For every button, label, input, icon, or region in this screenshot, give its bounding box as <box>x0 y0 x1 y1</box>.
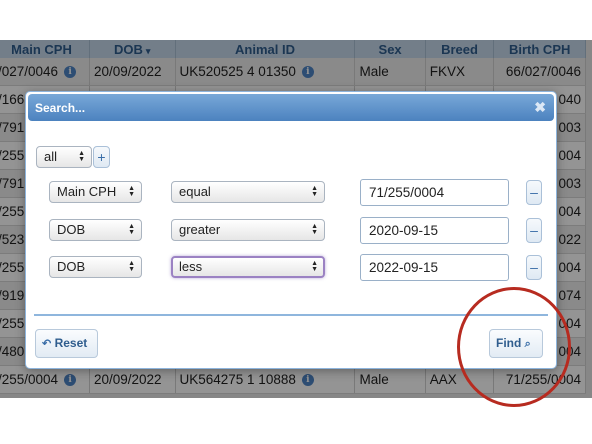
criterion-field-value: Main CPH <box>57 184 117 199</box>
remove-criterion-button[interactable]: – <box>526 255 542 280</box>
criterion-operator-select[interactable]: greater ▲ ▼ <box>171 219 325 241</box>
criterion-operator-value: less <box>179 259 203 274</box>
remove-criterion-button[interactable]: – <box>526 218 542 243</box>
select-arrows-icon: ▲ ▼ <box>128 260 135 273</box>
select-arrows-icon: ▲ ▼ <box>128 185 135 198</box>
criterion-value-input[interactable]: 71/255/0004 <box>360 179 509 206</box>
criterion-operator-value: greater <box>179 222 221 237</box>
close-icon[interactable]: ✖ <box>534 99 546 116</box>
annotation-circle <box>457 287 571 407</box>
criterion-operator-select[interactable]: equal ▲ ▼ <box>171 181 325 203</box>
criterion-value-input[interactable]: 2020-09-15 <box>360 217 509 244</box>
select-arrows-icon: ▲ ▼ <box>128 223 135 236</box>
select-arrows-icon: ▲ ▼ <box>311 185 318 198</box>
match-mode-value: all <box>44 149 58 164</box>
criterion-field-value: DOB <box>57 222 86 237</box>
criterion-operator-select[interactable]: less ▲ ▼ <box>171 256 325 278</box>
dialog-title-bar[interactable]: Search... ✖ <box>28 94 554 121</box>
criterion-field-select[interactable]: DOB ▲ ▼ <box>49 256 142 278</box>
match-mode-select[interactable]: all ▲ ▼ <box>36 146 92 168</box>
criterion-field-select[interactable]: DOB ▲ ▼ <box>49 219 142 241</box>
criterion-field-select[interactable]: Main CPH ▲ ▼ <box>49 181 142 203</box>
select-arrows-icon: ▲ ▼ <box>78 150 85 163</box>
criterion-field-value: DOB <box>57 259 86 274</box>
dialog-title: Search... <box>35 101 86 115</box>
criterion-value-input[interactable]: 2022-09-15 <box>360 254 509 281</box>
undo-arrow-icon: ↶ <box>42 338 52 350</box>
reset-button[interactable]: ↶ Reset <box>35 329 98 358</box>
add-criterion-button[interactable]: + <box>93 146 110 168</box>
reset-label: Reset <box>54 336 88 350</box>
select-arrows-icon: ▲ ▼ <box>311 260 318 273</box>
remove-criterion-button[interactable]: – <box>526 180 542 205</box>
select-arrows-icon: ▲ ▼ <box>311 223 318 236</box>
criterion-operator-value: equal <box>179 184 211 199</box>
